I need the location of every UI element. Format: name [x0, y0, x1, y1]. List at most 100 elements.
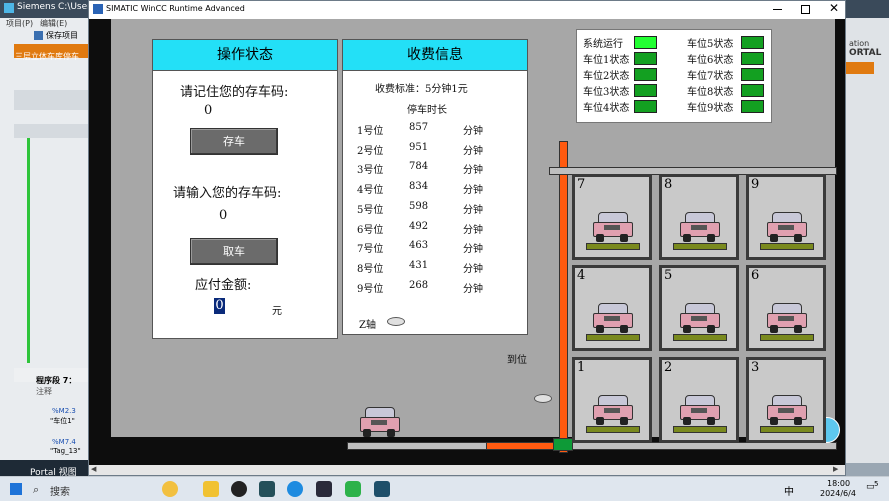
close-icon[interactable]: ✕	[829, 1, 839, 15]
fee-unit: 分钟	[463, 126, 483, 137]
slot-number: 3	[751, 360, 760, 375]
fee-unit: 分钟	[463, 283, 483, 295]
tia-path: C:\User	[58, 2, 91, 12]
fee-slot: 3号位	[357, 165, 384, 177]
scroll-right-icon[interactable]: ▶	[833, 465, 838, 473]
car-icon	[673, 212, 727, 250]
status-label: 车位9状态	[687, 103, 734, 114]
fee-minutes: 492	[409, 220, 429, 232]
save-icon[interactable]	[34, 31, 43, 40]
wincc-rt-icon[interactable]	[316, 481, 332, 497]
fee-row: 3号位 784 分钟	[343, 161, 525, 180]
fee-minutes: 463	[409, 240, 429, 252]
fee-row: 8号位 431 分钟	[343, 260, 525, 279]
tia-portal-icon[interactable]	[374, 481, 390, 497]
slot-number: 6	[751, 268, 760, 283]
fee-row: 4号位 834 分钟	[343, 181, 525, 200]
status-label: 车位7状态	[687, 71, 734, 82]
file-explorer-icon[interactable]	[203, 481, 219, 497]
minimize-icon[interactable]	[773, 9, 782, 10]
fee-unit: 分钟	[463, 204, 483, 216]
maximize-icon[interactable]	[801, 5, 810, 14]
status-led	[634, 52, 657, 65]
clock-time[interactable]: 18:00	[827, 479, 850, 488]
windows-start-icon[interactable]	[10, 483, 22, 495]
qq-icon[interactable]	[231, 481, 247, 497]
parking-slot: 6	[746, 265, 826, 351]
arrive-indicator	[534, 394, 552, 403]
status-label: 车位2状态	[583, 71, 630, 82]
ladder-strip	[14, 124, 88, 138]
ime-indicator[interactable]: 中	[784, 483, 794, 498]
status-label: 车位5状态	[687, 39, 734, 50]
menu-project[interactable]: 项目(P)	[6, 18, 33, 29]
tia-left-pane: 项目(P) 编辑(E) 保存项目 三层立体车库停车 程序段 7： 注释 %M2.…	[0, 18, 88, 463]
parking-slot: 1	[572, 357, 652, 443]
fee-slot: 7号位	[357, 244, 384, 256]
fee-unit: 分钟	[463, 224, 483, 236]
park-button[interactable]: 存车	[190, 128, 278, 155]
status-panel: 系统运行 车位1状态 车位2状态 车位3状态 车位4状态 车位5状态 车位6状态 车位7状态…	[576, 29, 772, 123]
plcsim-icon[interactable]	[259, 481, 275, 497]
right-word-1: ation	[849, 39, 870, 48]
toolbar-strip	[14, 90, 88, 110]
input-code-label: 请输入您的存车码:	[173, 186, 282, 201]
status-label: 车位8状态	[687, 87, 734, 98]
slot-number: 1	[577, 360, 586, 375]
fee-minutes: 834	[409, 181, 429, 193]
fee-slot: 1号位	[357, 126, 384, 137]
payment-label: 应付金额:	[195, 278, 252, 293]
car-icon	[586, 303, 640, 341]
siemens-icon	[4, 3, 14, 13]
tag-m23-name: "车位1"	[50, 417, 75, 425]
parking-slot: 4	[572, 265, 652, 351]
fee-row: 1号位 857 分钟	[343, 122, 525, 141]
search-box[interactable]: 搜索	[50, 483, 70, 498]
project-tab[interactable]: 三层立体车库停车	[14, 44, 88, 61]
status-led	[741, 52, 764, 65]
menu-edit[interactable]: 编辑(E)	[40, 18, 67, 29]
payment-value: 0	[214, 298, 225, 314]
parking-slot: 2	[659, 357, 739, 443]
weather-icon[interactable]	[162, 481, 178, 497]
retrieve-code-input[interactable]: 0	[219, 208, 227, 223]
entrance-car-icon	[359, 407, 400, 443]
fee-slot: 4号位	[357, 185, 384, 197]
status-led	[741, 84, 764, 97]
arrive-label: 到位	[507, 355, 527, 366]
lift-carriage	[553, 438, 573, 451]
car-icon	[673, 303, 727, 341]
fee-standard: 收费标准：5分钟1元	[375, 84, 468, 95]
currency-label: 元	[272, 306, 282, 317]
clock-date[interactable]: 2024/6/4	[820, 489, 856, 498]
parking-slot: 5	[659, 265, 739, 351]
car-icon	[760, 212, 814, 250]
fee-slot: 8号位	[357, 263, 384, 275]
scroll-left-icon[interactable]: ◀	[91, 465, 96, 473]
tag-m23: %M2.3	[52, 407, 76, 415]
fee-minutes: 598	[409, 200, 429, 212]
status-label: 车位4状态	[583, 103, 630, 114]
wechat-icon[interactable]	[345, 481, 361, 497]
slot-number: 9	[751, 177, 760, 192]
horizontal-scrollbar[interactable]: ◀ ▶	[89, 465, 845, 475]
z-axis-label: Z轴	[359, 320, 376, 331]
search-icon[interactable]: ⌕	[33, 483, 39, 497]
portal-view-bar[interactable]: Portal 视图	[0, 460, 88, 478]
car-icon	[760, 395, 814, 433]
z-axis-indicator	[387, 317, 405, 326]
edge-icon[interactable]	[287, 481, 303, 497]
save-project-button[interactable]: 保存项目	[46, 30, 78, 41]
park-code-value: 0	[204, 103, 213, 118]
retrieve-button[interactable]: 取车	[190, 238, 278, 265]
car-icon	[586, 395, 640, 433]
parking-slot: 7	[572, 174, 652, 260]
tia-right-pane: ation ORTAL	[846, 18, 889, 463]
slot-number: 8	[664, 177, 673, 192]
fee-slot: 2号位	[357, 145, 384, 157]
fee-row: 5号位 598 分钟	[343, 201, 525, 220]
fee-minutes: 431	[409, 259, 429, 271]
tag-m74: %M7.4	[52, 438, 76, 446]
fee-slot: 5号位	[357, 204, 384, 216]
status-label: 车位6状态	[687, 55, 734, 66]
